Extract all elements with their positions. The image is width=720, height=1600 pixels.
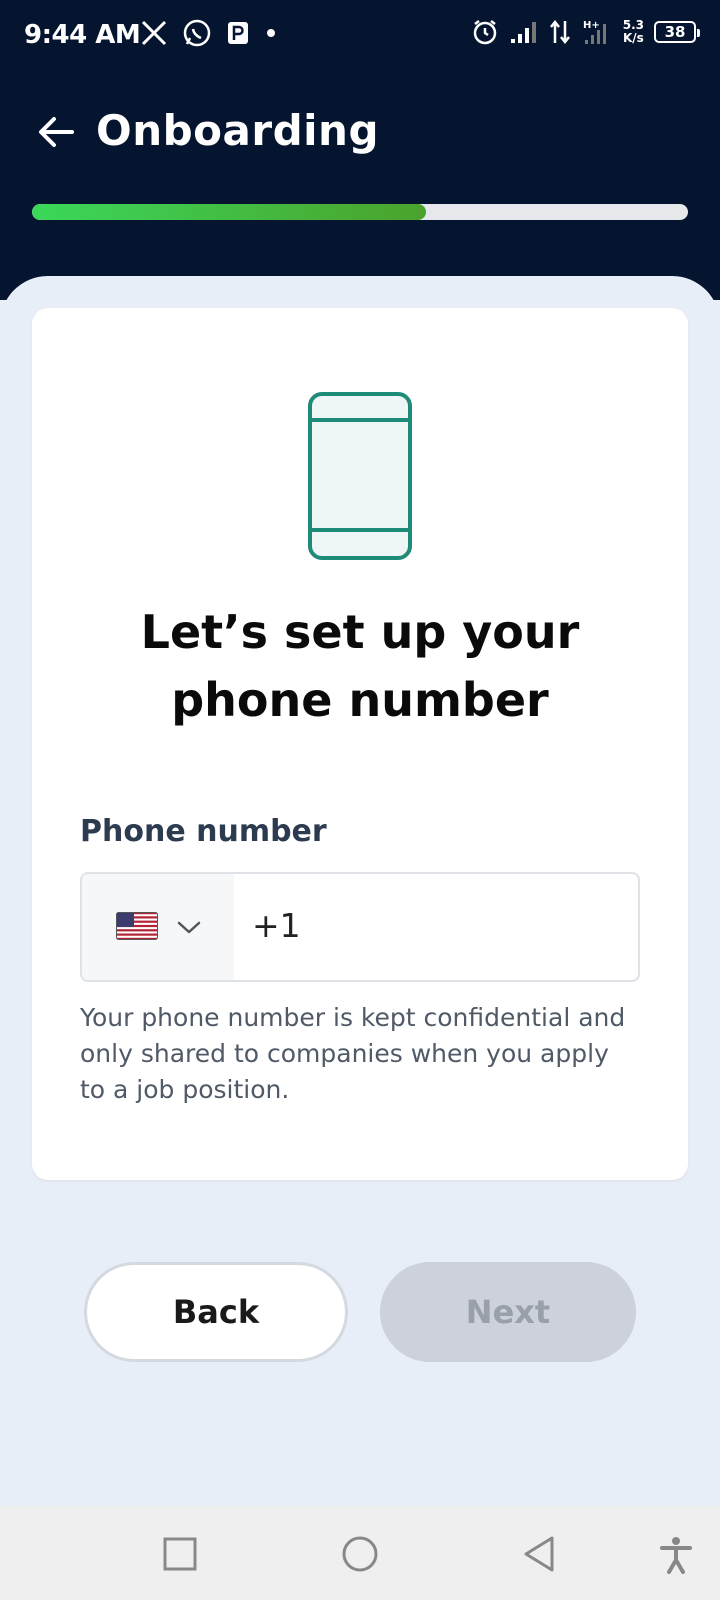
- page-title: Onboarding: [96, 106, 380, 155]
- us-flag-icon: [116, 912, 158, 940]
- x-icon: [141, 20, 167, 46]
- onboarding-progress-bar: [32, 204, 688, 220]
- progress-fill: [32, 204, 426, 220]
- phone-number-field[interactable]: +1: [80, 872, 640, 982]
- back-triangle-icon[interactable]: [520, 1534, 560, 1574]
- system-nav-bar: [0, 1506, 720, 1600]
- battery-icon: 38: [654, 21, 700, 43]
- battery-level: 38: [664, 23, 686, 41]
- card-heading-line2: phone number: [171, 673, 549, 727]
- card-heading: Let’s set up your phone number: [32, 598, 688, 734]
- parking-icon: [228, 22, 248, 44]
- chevron-down-icon: [177, 921, 201, 934]
- network-speed-unit: K/s: [622, 31, 644, 45]
- status-bar: 9:44 AM H+ 5.3 K/s 38: [0, 0, 720, 72]
- svg-text:H+: H+: [583, 20, 600, 31]
- signal-hplus-icon: H+: [583, 20, 606, 44]
- network-speed: 5.3 K/s: [623, 19, 644, 45]
- phone-number-label: Phone number: [80, 814, 327, 849]
- data-transfer-icon: [549, 19, 570, 45]
- signal-icon: [510, 22, 536, 43]
- phone-setup-card: Let’s set up your phone number Phone num…: [32, 308, 688, 1180]
- recents-square-icon[interactable]: [160, 1534, 200, 1574]
- accessibility-icon[interactable]: [656, 1534, 696, 1574]
- dot-icon: [267, 29, 275, 37]
- back-button[interactable]: Back: [84, 1262, 348, 1362]
- card-heading-line1: Let’s set up your: [140, 605, 580, 659]
- privacy-helper-text: Your phone number is kept confidential a…: [80, 1003, 626, 1104]
- next-button[interactable]: Next: [380, 1262, 636, 1362]
- home-circle-icon[interactable]: [340, 1534, 380, 1574]
- phone-illustration-icon: [308, 392, 412, 560]
- whatsapp-icon: [183, 19, 211, 47]
- app-bar: Onboarding: [0, 96, 720, 168]
- back-arrow-icon[interactable]: [34, 110, 78, 154]
- status-time: 9:44 AM: [24, 20, 141, 50]
- alarm-icon: [473, 20, 496, 45]
- country-code-selector[interactable]: [82, 874, 234, 980]
- dial-code-input[interactable]: +1: [252, 906, 301, 945]
